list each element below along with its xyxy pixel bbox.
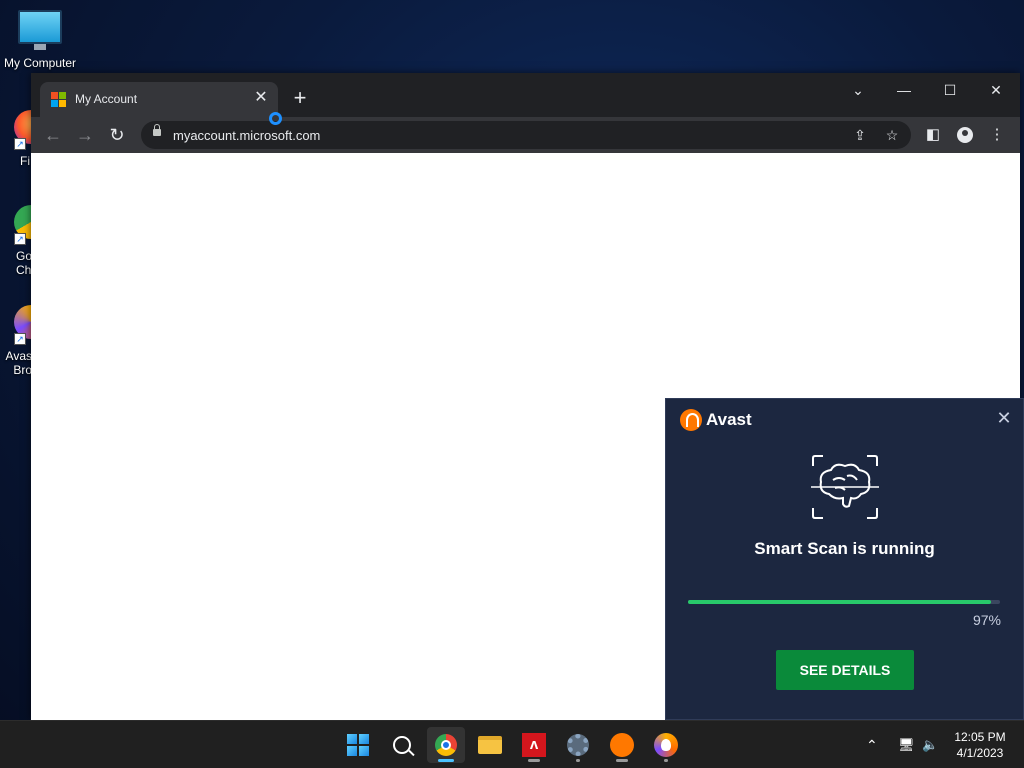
taskbar-chrome[interactable] [427,727,465,763]
new-tab-button[interactable]: + [289,87,311,109]
avast-browser-icon [654,733,678,757]
maximize-button[interactable]: ☐ [927,77,973,103]
bookmark-star-icon[interactable]: ☆ [882,125,902,145]
forward-arrow-icon[interactable]: → [73,123,97,147]
running-indicator [664,759,668,762]
running-indicator [438,759,454,762]
loading-spinner-icon [269,112,282,125]
avast-logo-icon [680,409,702,431]
taskbar-red-app[interactable]: ᴧ [515,727,553,763]
tab-my-account[interactable]: My Account ✕ [40,82,278,117]
red-app-icon: ᴧ [522,733,546,757]
tab-strip: My Account ✕ + ⌄ — ☐ ✕ [31,73,1020,117]
desktop-icon-label: Fi [20,154,30,168]
browser-toolbar: ← → ↻ myaccount.microsoft.com ⇪ ☆ ◧ ⋮ [31,117,1020,153]
minimize-button[interactable]: — [881,77,927,103]
close-window-button[interactable]: ✕ [973,77,1019,103]
close-icon[interactable]: ✕ [995,408,1013,428]
scan-progress-label: 97% [972,612,1001,628]
lock-icon [153,124,161,136]
desktop-icon-label: My Computer [3,56,77,70]
menu-kebab-icon[interactable]: ⋮ [985,123,1009,147]
running-indicator [616,759,628,762]
microsoft-logo-icon [51,92,66,107]
monitor-icon [18,10,62,50]
reload-icon[interactable]: ↻ [105,123,129,147]
search-icon [393,736,411,754]
side-panel-icon[interactable]: ◧ [921,123,945,147]
back-arrow-icon[interactable]: ← [41,123,65,147]
tab-title: My Account [75,92,138,106]
tab-close-icon[interactable]: ✕ [252,89,270,107]
desktop-icon-chrome[interactable]: ↗ Go Ch [0,205,48,285]
network-icon[interactable]: 🖥 [898,721,915,768]
avast-icon [610,733,634,757]
share-icon[interactable]: ⇪ [850,125,870,145]
avast-brand: Avast [706,410,752,429]
scan-status: Smart Scan is running [754,539,935,558]
see-details-button[interactable]: SEE DETAILS [776,650,914,690]
tab-search-chevron-icon[interactable]: ⌄ [835,77,881,103]
desktop-icon-label: Go Ch [16,249,33,277]
search-button[interactable] [383,727,421,763]
profile-avatar-icon[interactable] [957,127,973,143]
taskbar-settings[interactable] [559,727,597,763]
show-hidden-icons-chevron-icon[interactable]: ⌃ [866,721,878,768]
start-icon [347,734,369,756]
scan-progress-bar [688,600,1000,604]
url-text: myaccount.microsoft.com [173,128,321,143]
taskbar: ᴧ ⌃ 🖥 🔈 12:05 PM 4/1/2023 [0,720,1024,768]
settings-gear-icon [567,734,589,756]
running-indicator [528,759,540,762]
system-clock[interactable]: 12:05 PM 4/1/2023 [948,729,1012,761]
brain-scan-icon [811,455,879,519]
avast-notification: Avast ✕ Smart Scan is running 97% SEE DE… [665,398,1024,720]
taskbar-file-explorer[interactable] [471,727,509,763]
shortcut-arrow-icon: ↗ [14,333,26,345]
clock-time: 12:05 PM [954,730,1006,744]
shortcut-arrow-icon: ↗ [14,138,26,150]
shortcut-arrow-icon: ↗ [14,233,26,245]
desktop-icon-my-computer[interactable]: My Computer [0,10,80,70]
running-indicator [576,759,580,762]
start-button[interactable] [339,727,377,763]
scan-progress-fill [688,600,991,604]
address-bar[interactable]: myaccount.microsoft.com ⇪ ☆ [141,121,911,149]
taskbar-avast-browser[interactable] [647,727,685,763]
taskbar-avast[interactable] [603,727,641,763]
file-explorer-icon [478,736,502,754]
desktop-icon-avast-browser[interactable]: ↗ Avas Bro [0,305,48,385]
desktop-icon-firefox[interactable]: ↗ Fi [0,110,48,190]
desktop-icon-label: Avas Bro [5,349,32,377]
chrome-icon [435,734,457,756]
clock-date: 4/1/2023 [956,746,1004,760]
volume-icon[interactable]: 🔈 [922,721,938,768]
